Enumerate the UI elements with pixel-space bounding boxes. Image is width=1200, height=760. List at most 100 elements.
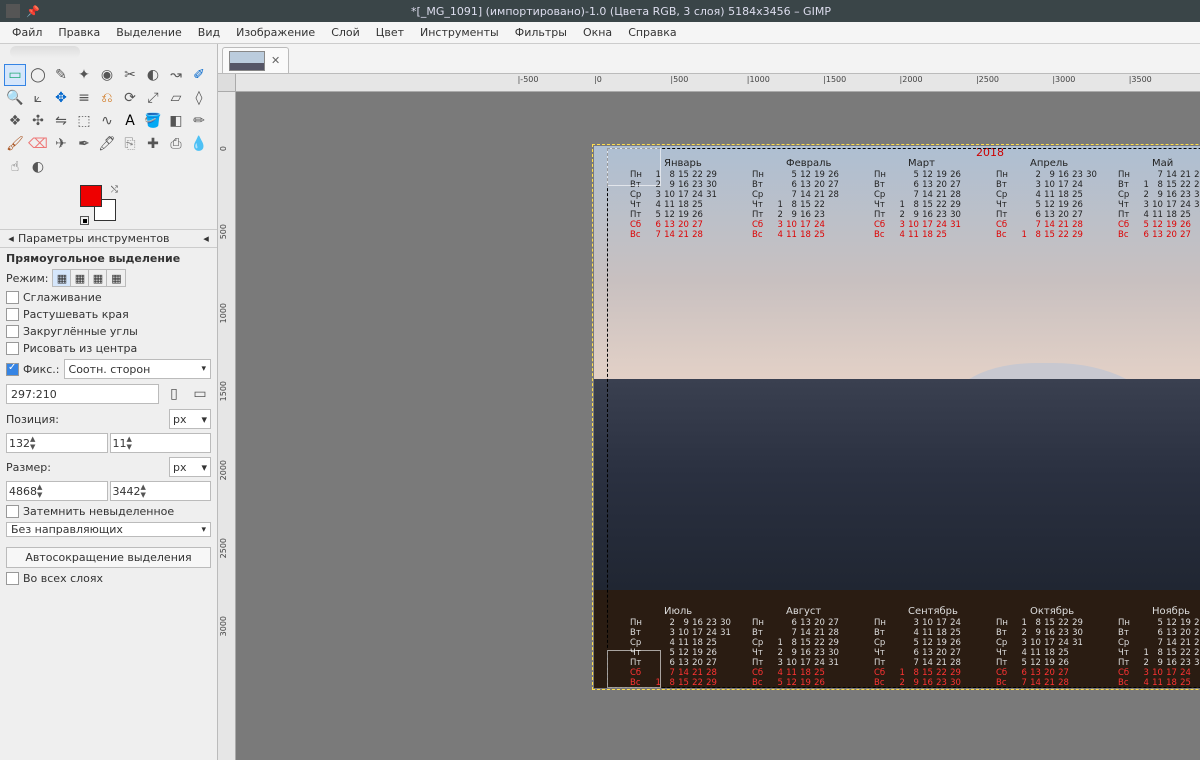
- rect-select-tool[interactable]: ▭: [4, 64, 26, 86]
- menu-bar: Файл Правка Выделение Вид Изображение Сл…: [0, 22, 1200, 44]
- bucket-fill-tool[interactable]: 🪣: [142, 110, 164, 132]
- detach-tab-icon[interactable]: ◂: [199, 232, 213, 245]
- paths-tool[interactable]: ↝: [165, 64, 187, 86]
- position-unit-select[interactable]: px▾: [169, 409, 211, 429]
- fixed-ratio-input[interactable]: 297:210: [6, 384, 159, 404]
- by-color-select-tool[interactable]: ◉: [96, 64, 118, 86]
- antialias-checkbox[interactable]: [6, 291, 19, 304]
- ruler-corner[interactable]: [218, 74, 236, 92]
- close-tab-icon[interactable]: ✕: [269, 54, 282, 67]
- ratio-portrait-icon[interactable]: ▯: [163, 383, 185, 405]
- menu-colors[interactable]: Цвет: [368, 23, 412, 42]
- menu-edit[interactable]: Правка: [50, 23, 108, 42]
- feather-checkbox[interactable]: [6, 308, 19, 321]
- selection-marquee[interactable]: [607, 148, 1200, 688]
- from-center-checkbox[interactable]: [6, 342, 19, 355]
- position-y-input[interactable]: 11▲▼: [110, 433, 212, 453]
- mode-label: Режим:: [6, 272, 48, 285]
- size-unit-select[interactable]: px▾: [169, 457, 211, 477]
- menu-filters[interactable]: Фильтры: [507, 23, 575, 42]
- guides-select[interactable]: Без направляющих▾: [6, 522, 211, 537]
- image-tab[interactable]: ✕: [222, 47, 289, 73]
- foreground-select-tool[interactable]: ◐: [142, 64, 164, 86]
- fg-bg-colors[interactable]: ⤭: [80, 185, 120, 225]
- antialias-label: Сглаживание: [23, 291, 102, 304]
- flip-tool[interactable]: ⇋: [50, 110, 72, 132]
- ratio-landscape-icon[interactable]: ▭: [189, 383, 211, 405]
- configure-tab-icon[interactable]: ◂: [4, 232, 18, 245]
- position-x-input[interactable]: 132▲▼: [6, 433, 108, 453]
- menu-image[interactable]: Изображение: [228, 23, 323, 42]
- rotate-tool[interactable]: ⟳: [119, 87, 141, 109]
- canvas[interactable]: 2018ЯнварьПнВтСрЧтПтСбВс1815222929162330…: [236, 92, 1200, 760]
- selection-mode-buttons: ▦ ▦ ▦ ▦: [52, 269, 126, 287]
- perspective-clone-tool[interactable]: ⎙: [165, 133, 187, 155]
- fixed-checkbox[interactable]: [6, 363, 19, 376]
- autoshrink-button[interactable]: Автосокращение выделения: [6, 547, 211, 568]
- selection-handle[interactable]: [607, 148, 661, 186]
- menu-layer[interactable]: Слой: [323, 23, 368, 42]
- darken-label: Затемнить невыделенное: [23, 505, 174, 518]
- heal-tool[interactable]: ✚: [142, 133, 164, 155]
- clone-tool[interactable]: ⎘: [119, 133, 141, 155]
- tool-options-panel: Прямоугольное выделение Режим: ▦ ▦ ▦ ▦ С…: [0, 248, 217, 589]
- rounded-label: Закруглённые углы: [23, 325, 138, 338]
- move-tool[interactable]: ✥: [50, 87, 72, 109]
- fixed-type-select[interactable]: Соотн. сторон▾: [64, 359, 211, 379]
- fuzzy-select-tool[interactable]: ✦: [73, 64, 95, 86]
- size-w-input[interactable]: 4868▲▼: [6, 481, 108, 501]
- scale-tool[interactable]: ⤢: [142, 87, 164, 109]
- menu-windows[interactable]: Окна: [575, 23, 620, 42]
- tab-thumbnail: [229, 51, 265, 71]
- free-select-tool[interactable]: ✎: [50, 64, 72, 86]
- size-label: Размер:: [6, 461, 51, 474]
- eraser-tool[interactable]: ⌫: [27, 133, 49, 155]
- blur-sharpen-tool[interactable]: 💧: [188, 133, 210, 155]
- ink-tool[interactable]: ✒: [73, 133, 95, 155]
- app-icon: [6, 4, 20, 18]
- rounded-checkbox[interactable]: [6, 325, 19, 338]
- blend-tool[interactable]: ◧: [165, 110, 187, 132]
- handle-transform-tool[interactable]: ✣: [27, 110, 49, 132]
- window-title: *[_MG_1091] (импортировано)-1.0 (Цвета R…: [48, 5, 1194, 18]
- paintbrush-tool[interactable]: 🖌: [4, 133, 26, 155]
- crop-tool[interactable]: ⎌: [96, 87, 118, 109]
- scissors-tool[interactable]: ✂: [119, 64, 141, 86]
- mode-add-icon[interactable]: ▦: [71, 270, 89, 286]
- warp-tool[interactable]: ∿: [96, 110, 118, 132]
- cage-tool[interactable]: ⬚: [73, 110, 95, 132]
- mode-subtract-icon[interactable]: ▦: [89, 270, 107, 286]
- shear-tool[interactable]: ▱: [165, 87, 187, 109]
- menu-tools[interactable]: Инструменты: [412, 23, 507, 42]
- mode-intersect-icon[interactable]: ▦: [107, 270, 125, 286]
- airbrush-tool[interactable]: ✈: [50, 133, 72, 155]
- perspective-tool[interactable]: ◊: [188, 87, 210, 109]
- swap-colors-icon[interactable]: ⤭: [111, 185, 118, 195]
- selection-handle[interactable]: [607, 650, 661, 688]
- smudge-tool[interactable]: ☝: [4, 156, 26, 178]
- measure-tool[interactable]: ⟀: [27, 87, 49, 109]
- menu-view[interactable]: Вид: [190, 23, 228, 42]
- pencil-tool[interactable]: ✏: [188, 110, 210, 132]
- darken-checkbox[interactable]: [6, 505, 19, 518]
- ruler-vertical[interactable]: 050010001500200025003000: [218, 92, 236, 760]
- position-label: Позиция:: [6, 413, 59, 426]
- text-tool[interactable]: A: [119, 110, 141, 132]
- pin-icon[interactable]: 📌: [26, 4, 40, 18]
- all-layers-checkbox[interactable]: [6, 572, 19, 585]
- size-h-input[interactable]: 3442▲▼: [110, 481, 212, 501]
- ruler-horizontal[interactable]: |-500|0|500|1000|1500|2000|2500|3000|350…: [218, 74, 1200, 92]
- dodge-burn-tool[interactable]: ◐: [27, 156, 49, 178]
- mode-replace-icon[interactable]: ▦: [53, 270, 71, 286]
- align-tool[interactable]: ≡: [73, 87, 95, 109]
- ellipse-select-tool[interactable]: ◯: [27, 64, 49, 86]
- default-colors-icon[interactable]: [80, 216, 89, 225]
- menu-file[interactable]: Файл: [4, 23, 50, 42]
- fg-color-swatch[interactable]: [80, 185, 102, 207]
- unified-transform-tool[interactable]: ❖: [4, 110, 26, 132]
- zoom-tool[interactable]: 🔍: [4, 87, 26, 109]
- mypaint-brush-tool[interactable]: 🖊: [96, 133, 118, 155]
- menu-select[interactable]: Выделение: [108, 23, 190, 42]
- color-picker-tool[interactable]: ✐: [188, 64, 210, 86]
- menu-help[interactable]: Справка: [620, 23, 684, 42]
